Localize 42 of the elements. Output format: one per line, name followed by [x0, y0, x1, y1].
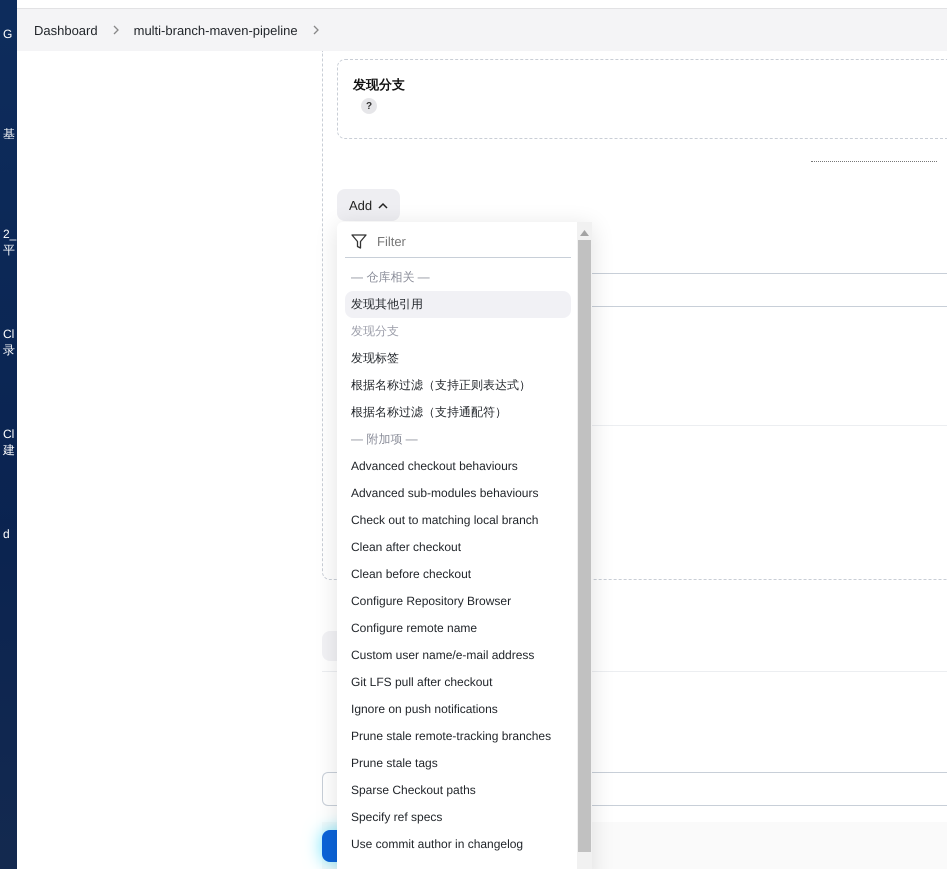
menu-group-header: — 附加项 —: [350, 431, 419, 448]
menu-item[interactable]: Check out to matching local branch: [345, 507, 571, 534]
filter-field[interactable]: Filter: [375, 232, 571, 250]
help-icon[interactable]: ?: [361, 98, 377, 114]
menu-item[interactable]: 根据名称过滤（支持通配符）: [345, 399, 571, 426]
desktop-icon-label: 2_: [2, 226, 17, 242]
menu-item[interactable]: 根据名称过滤（支持正则表达式）: [345, 372, 571, 399]
menu-item[interactable]: Advanced checkout behaviours: [345, 453, 571, 480]
desktop-icon-label: 基: [2, 126, 16, 142]
desktop-icon-label: 录: [2, 342, 16, 358]
menu-item[interactable]: Configure Repository Browser: [345, 588, 571, 615]
menu-item[interactable]: Clean before checkout: [345, 561, 571, 588]
menu-item[interactable]: Git LFS pull after checkout: [345, 669, 571, 696]
menu-item[interactable]: 发现其他引用: [345, 291, 571, 318]
menu-item[interactable]: Specify ref specs: [345, 804, 571, 831]
text-input[interactable]: [592, 273, 947, 307]
chevron-icon: [312, 25, 320, 35]
card-title: 发现分支: [353, 76, 406, 94]
menu-item[interactable]: Clean after checkout: [345, 534, 571, 561]
desktop-icon-label: d: [2, 526, 11, 542]
menu-item[interactable]: Sparse Checkout paths: [345, 777, 571, 804]
scroll-up-arrow-icon[interactable]: [580, 230, 589, 236]
menu-item[interactable]: Prune stale remote-tracking branches: [345, 723, 571, 750]
menu-item[interactable]: 发现标签: [345, 345, 571, 372]
desktop-icon-label: Cl: [2, 426, 16, 442]
filter-icon: [351, 234, 367, 248]
menu-item[interactable]: Ignore on push notifications: [345, 696, 571, 723]
menu-item[interactable]: Prune stale tags: [345, 750, 571, 777]
menu-item[interactable]: Advanced sub-modules behaviours: [345, 480, 571, 507]
desktop-icon-label: 建: [2, 442, 16, 458]
menu-group-header: — 仓库相关 —: [350, 269, 431, 286]
breadcrumb-link[interactable]: Dashboard: [34, 22, 98, 38]
desktop-icon-label: 平: [2, 242, 16, 258]
menu-item[interactable]: Custom user name/e-mail address: [345, 642, 571, 669]
menu-item[interactable]: Configure remote name: [345, 615, 571, 642]
breadcrumb-link[interactable]: multi-branch-maven-pipeline: [134, 22, 298, 38]
add-button[interactable]: Add: [337, 189, 400, 221]
desktop-icon-label: G: [2, 26, 14, 42]
desktop-icon-label: Cl: [2, 326, 16, 342]
caret-icon: [378, 202, 388, 208]
chevron-icon: [112, 25, 120, 35]
scrollbar[interactable]: [577, 222, 592, 869]
